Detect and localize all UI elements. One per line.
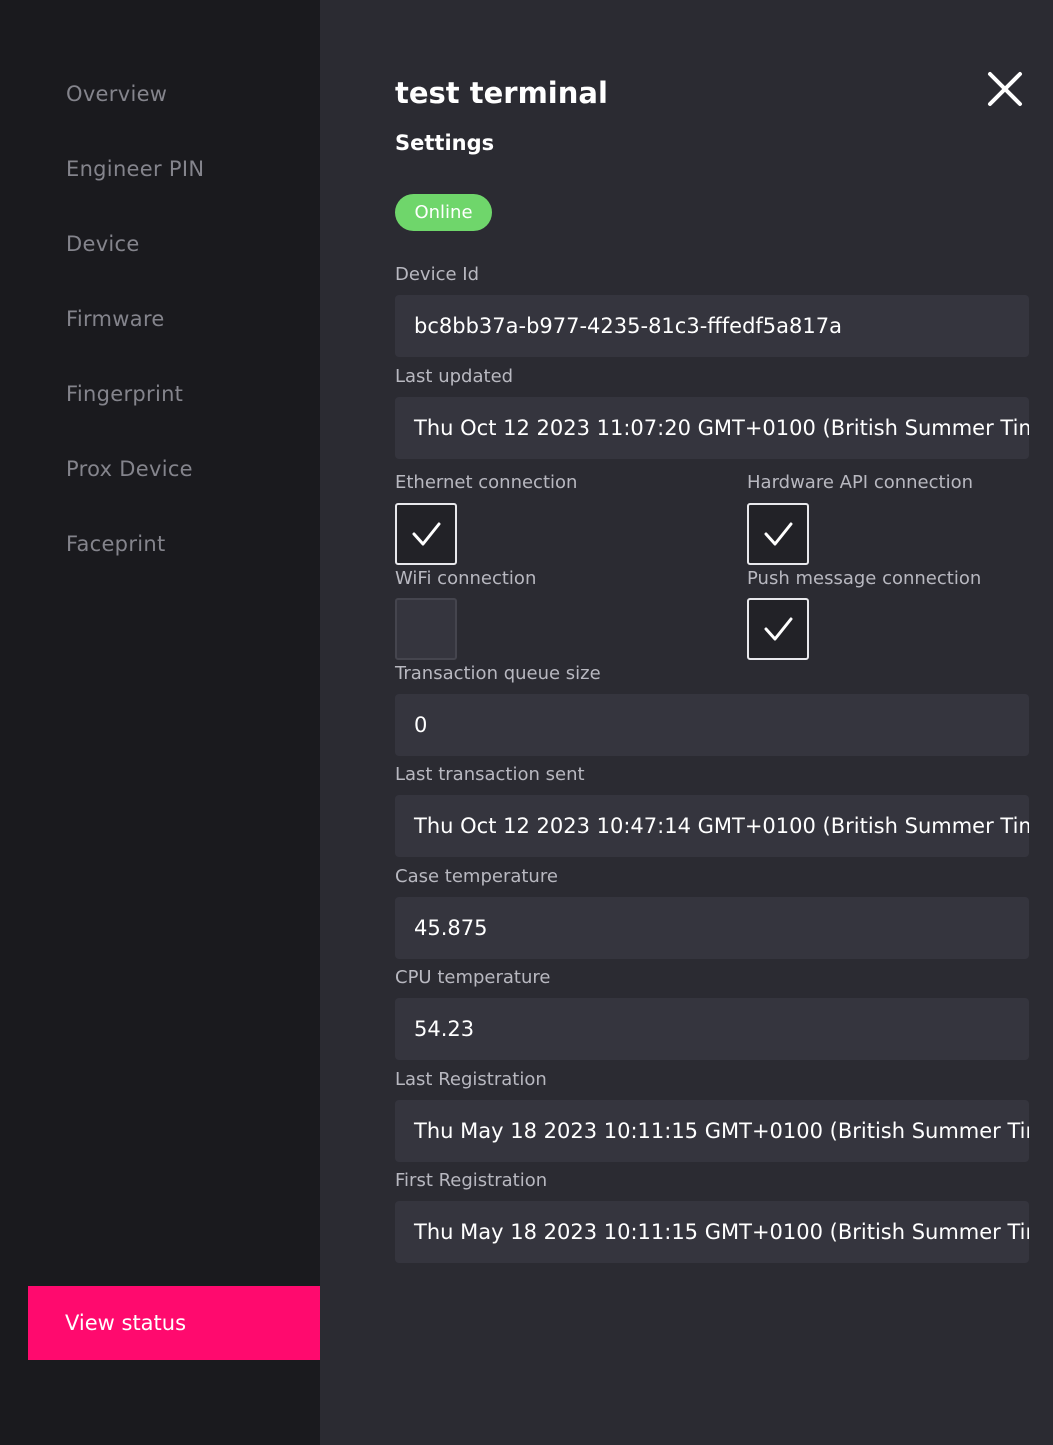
panel-title: test terminal — [395, 76, 608, 110]
sidebar-item-faceprint[interactable]: Faceprint — [66, 532, 166, 556]
last-updated-field[interactable]: Thu Oct 12 2023 11:07:20 GMT+0100 (Briti… — [395, 397, 1029, 459]
wifi-connection-label: WiFi connection — [395, 568, 537, 589]
last-registration-value: Thu May 18 2023 10:11:15 GMT+0100 (Briti… — [414, 1119, 1029, 1143]
last-transaction-sent-label: Last transaction sent — [395, 764, 585, 785]
cpu-temperature-label: CPU temperature — [395, 967, 551, 988]
case-temperature-value: 45.875 — [414, 916, 488, 940]
cpu-temperature-value: 54.23 — [414, 1017, 475, 1041]
ethernet-connection-checkbox[interactable] — [395, 503, 457, 565]
close-button[interactable] — [980, 64, 1030, 114]
sidebar-item-fingerprint[interactable]: Fingerprint — [66, 382, 183, 406]
ethernet-connection-label: Ethernet connection — [395, 472, 578, 493]
push-message-connection-label: Push message connection — [747, 568, 982, 589]
last-transaction-sent-value: Thu Oct 12 2023 10:47:14 GMT+0100 (Briti… — [414, 814, 1029, 838]
device-id-label: Device Id — [395, 264, 480, 285]
panel-subtitle: Settings — [395, 131, 495, 155]
last-updated-label: Last updated — [395, 366, 514, 387]
first-registration-label: First Registration — [395, 1170, 548, 1191]
app-frame: Overview Engineer PIN Device Firmware Fi… — [0, 0, 1053, 1445]
transaction-queue-size-field[interactable]: 0 — [395, 694, 1029, 756]
status-badge: Online — [395, 194, 492, 231]
cpu-temperature-field[interactable]: 54.23 — [395, 998, 1029, 1060]
hardware-api-connection-label: Hardware API connection — [747, 472, 974, 493]
device-id-value: bc8bb37a-b977-4235-81c3-fffedf5a817a — [414, 314, 842, 338]
sidebar: Overview Engineer PIN Device Firmware Fi… — [0, 0, 320, 1445]
last-updated-value: Thu Oct 12 2023 11:07:20 GMT+0100 (Briti… — [414, 416, 1029, 440]
checkmark-icon — [764, 522, 793, 546]
transaction-queue-size-value: 0 — [414, 713, 428, 737]
transaction-queue-size-label: Transaction queue size — [395, 663, 601, 684]
sidebar-item-engineer-pin[interactable]: Engineer PIN — [66, 157, 204, 181]
last-transaction-sent-field[interactable]: Thu Oct 12 2023 10:47:14 GMT+0100 (Briti… — [395, 795, 1029, 857]
push-message-connection-checkbox[interactable] — [747, 598, 809, 660]
last-registration-label: Last Registration — [395, 1069, 547, 1090]
case-temperature-field[interactable]: 45.875 — [395, 897, 1029, 959]
checkmark-icon — [412, 522, 441, 546]
view-status-button[interactable]: View status — [28, 1286, 320, 1360]
wifi-connection-checkbox[interactable] — [395, 598, 457, 660]
case-temperature-label: Case temperature — [395, 866, 558, 887]
hardware-api-connection-checkbox[interactable] — [747, 503, 809, 565]
sidebar-item-prox-device[interactable]: Prox Device — [66, 457, 193, 481]
sidebar-item-device[interactable]: Device — [66, 232, 140, 256]
sidebar-item-overview[interactable]: Overview — [66, 82, 167, 106]
first-registration-value: Thu May 18 2023 10:11:15 GMT+0100 (Briti… — [414, 1220, 1029, 1244]
close-icon — [988, 72, 1022, 106]
checkmark-icon — [764, 617, 793, 641]
device-id-field[interactable]: bc8bb37a-b977-4235-81c3-fffedf5a817a — [395, 295, 1029, 357]
first-registration-field[interactable]: Thu May 18 2023 10:11:15 GMT+0100 (Briti… — [395, 1201, 1029, 1263]
sidebar-item-firmware[interactable]: Firmware — [66, 307, 165, 331]
last-registration-field[interactable]: Thu May 18 2023 10:11:15 GMT+0100 (Briti… — [395, 1100, 1029, 1162]
